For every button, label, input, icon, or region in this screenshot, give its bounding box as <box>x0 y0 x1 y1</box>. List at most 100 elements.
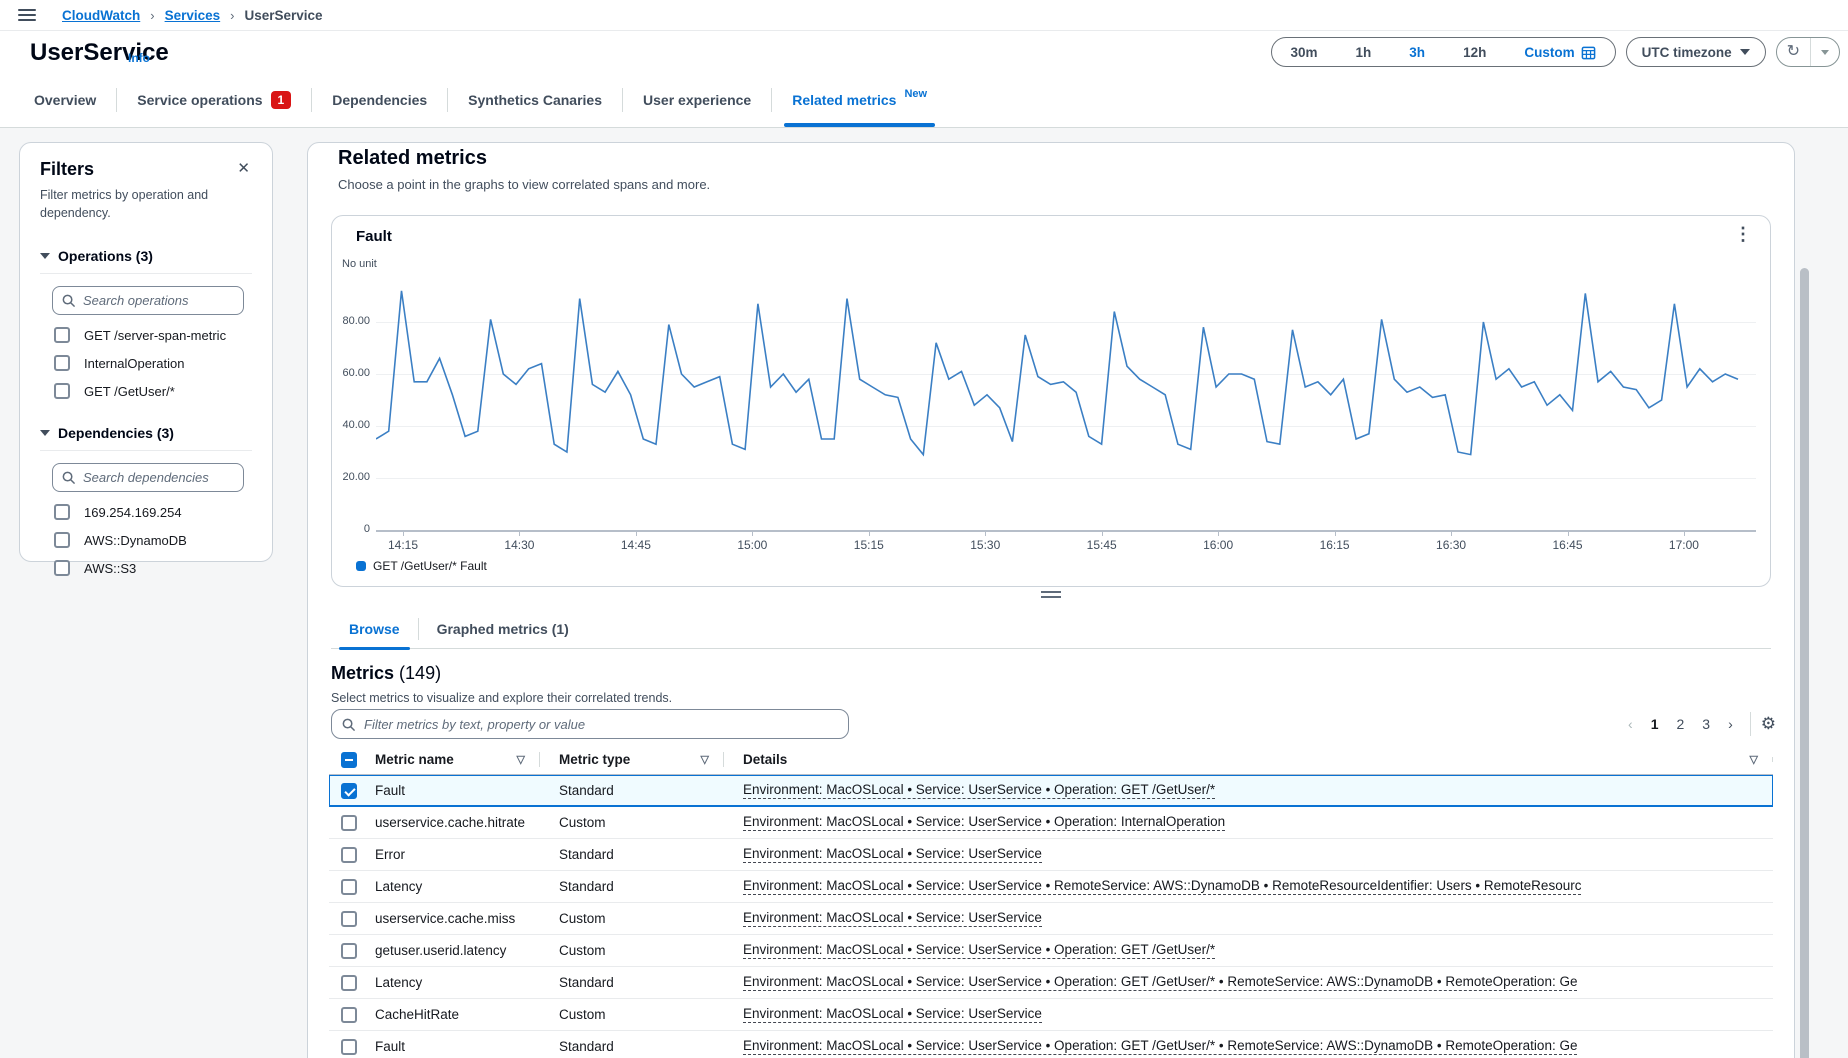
tab-user-experience[interactable]: User experience <box>623 73 771 127</box>
table-header-row: Metric name▽ Metric type▽ Details▽ <box>329 745 1773 775</box>
dependency-checkbox-row[interactable]: AWS::DynamoDB <box>54 532 252 548</box>
details-link[interactable]: Environment: MacOSLocal • Service: UserS… <box>743 878 1581 895</box>
time-range-1h[interactable]: 1h <box>1337 45 1391 60</box>
vertical-scrollbar[interactable] <box>1800 268 1809 1058</box>
dependencies-section: Dependencies (3) 169.254.169.254 AWS::Dy… <box>40 425 252 576</box>
dependency-checkbox-row[interactable]: AWS::S3 <box>54 560 252 576</box>
checkbox[interactable] <box>54 355 70 371</box>
time-range-3h[interactable]: 3h <box>1390 45 1444 60</box>
page-1-button[interactable]: 1 <box>1644 716 1666 732</box>
filter-icon[interactable]: ▽ <box>517 753 525 766</box>
checkbox[interactable] <box>54 504 70 520</box>
operation-checkbox-row[interactable]: GET /server-span-metric <box>54 327 252 343</box>
timezone-selector[interactable]: UTC timezone <box>1626 37 1766 67</box>
details-link[interactable]: Environment: MacOSLocal • Service: UserS… <box>743 814 1225 831</box>
table-row[interactable]: Fault Standard Environment: MacOSLocal •… <box>329 1031 1773 1058</box>
fault-line-chart[interactable] <box>376 270 1756 532</box>
dependencies-search-input[interactable] <box>52 463 244 492</box>
filters-description: Filter metrics by operation and dependen… <box>40 186 220 222</box>
tab-related-metrics[interactable]: Related metrics New <box>772 73 947 127</box>
time-range-12h[interactable]: 12h <box>1444 45 1505 60</box>
operations-section: Operations (3) GET /server-span-metric I… <box>40 248 252 399</box>
x-axis-tick: 16:15 <box>1320 538 1350 552</box>
operations-search-input[interactable] <box>52 286 244 315</box>
page-2-button[interactable]: 2 <box>1669 716 1691 732</box>
search-icon <box>61 470 76 485</box>
refresh-options-button[interactable] <box>1811 38 1839 66</box>
prev-page-button[interactable]: ‹ <box>1621 716 1640 732</box>
x-axis-tick: 15:45 <box>1087 538 1117 552</box>
filter-icon[interactable]: ▽ <box>1750 753 1758 766</box>
time-range-30m[interactable]: 30m <box>1272 45 1337 60</box>
dependency-checkbox-row[interactable]: 169.254.169.254 <box>54 504 252 520</box>
section-subtitle: Choose a point in the graphs to view cor… <box>338 177 710 192</box>
breadcrumb-cloudwatch[interactable]: CloudWatch <box>62 8 140 23</box>
table-row[interactable]: Latency Standard Environment: MacOSLocal… <box>329 967 1773 999</box>
menu-icon[interactable] <box>18 9 36 21</box>
refresh-button[interactable]: ↻ <box>1777 38 1810 66</box>
row-checkbox[interactable] <box>341 911 357 927</box>
checkbox[interactable] <box>54 383 70 399</box>
breadcrumb-services[interactable]: Services <box>165 8 221 23</box>
row-checkbox[interactable] <box>341 1007 357 1023</box>
info-link[interactable]: Info <box>128 51 150 65</box>
details-link[interactable]: Environment: MacOSLocal • Service: UserS… <box>743 974 1577 991</box>
details-link[interactable]: Environment: MacOSLocal • Service: UserS… <box>743 1006 1042 1023</box>
checkbox[interactable] <box>54 560 70 576</box>
metrics-view-tabs: Browse Graphed metrics (1) <box>331 609 1771 649</box>
x-axis-tick: 16:30 <box>1436 538 1466 552</box>
tab-graphed-metrics[interactable]: Graphed metrics (1) <box>419 609 587 648</box>
details-link[interactable]: Environment: MacOSLocal • Service: UserS… <box>743 1038 1577 1055</box>
select-all-checkbox[interactable] <box>341 752 357 768</box>
table-row[interactable]: Latency Standard Environment: MacOSLocal… <box>329 871 1773 903</box>
table-row[interactable]: userservice.cache.hitrate Custom Environ… <box>329 807 1773 839</box>
row-checkbox[interactable] <box>341 847 357 863</box>
time-range-custom[interactable]: Custom <box>1505 45 1614 60</box>
row-checkbox[interactable] <box>341 943 357 959</box>
table-row[interactable]: CacheHitRate Custom Environment: MacOSLo… <box>329 999 1773 1031</box>
checkbox[interactable] <box>54 327 70 343</box>
tab-overview[interactable]: Overview <box>14 73 116 127</box>
chart-title: Fault <box>356 228 392 245</box>
table-row[interactable]: Error Standard Environment: MacOSLocal •… <box>329 839 1773 871</box>
checkbox[interactable] <box>54 532 70 548</box>
operations-section-toggle[interactable]: Operations (3) <box>40 248 252 264</box>
row-checkbox[interactable] <box>341 879 357 895</box>
row-checkbox[interactable] <box>341 783 357 799</box>
resize-handle[interactable] <box>1041 591 1061 598</box>
y-axis-tick: 40.00 <box>332 419 370 431</box>
table-row[interactable]: getuser.userid.latency Custom Environmen… <box>329 935 1773 967</box>
operation-checkbox-row[interactable]: GET /GetUser/* <box>54 383 252 399</box>
details-link[interactable]: Environment: MacOSLocal • Service: UserS… <box>743 910 1042 927</box>
details-link[interactable]: Environment: MacOSLocal • Service: UserS… <box>743 846 1042 863</box>
page-3-button[interactable]: 3 <box>1695 716 1717 732</box>
x-axis-tick: 16:45 <box>1552 538 1582 552</box>
related-metrics-panel: Related metrics Choose a point in the gr… <box>307 142 1795 1058</box>
x-axis-tick: 15:00 <box>737 538 767 552</box>
top-navigation-bar: CloudWatch › Services › UserService <box>0 0 1848 31</box>
breadcrumb-current: UserService <box>245 8 323 23</box>
metrics-filter-input[interactable] <box>331 709 849 739</box>
details-link[interactable]: Environment: MacOSLocal • Service: UserS… <box>743 942 1215 959</box>
tab-service-operations[interactable]: Service operations 1 <box>117 73 311 127</box>
close-icon[interactable]: ✕ <box>235 159 252 178</box>
tab-browse[interactable]: Browse <box>331 609 418 648</box>
tab-synthetics-canaries[interactable]: Synthetics Canaries <box>448 73 622 127</box>
filter-icon[interactable]: ▽ <box>701 753 709 766</box>
next-page-button[interactable]: › <box>1721 716 1740 732</box>
tab-dependencies[interactable]: Dependencies <box>312 73 447 127</box>
gear-icon[interactable]: ⚙ <box>1761 714 1776 734</box>
row-checkbox[interactable] <box>341 975 357 991</box>
row-checkbox[interactable] <box>341 815 357 831</box>
calendar-icon <box>1581 45 1596 60</box>
kebab-menu-icon[interactable]: ⋮ <box>1734 224 1752 245</box>
chevron-down-icon <box>1821 50 1829 55</box>
table-row[interactable]: userservice.cache.miss Custom Environmen… <box>329 903 1773 935</box>
dependencies-section-toggle[interactable]: Dependencies (3) <box>40 425 252 441</box>
filters-panel: Filters ✕ Filter metrics by operation an… <box>19 142 273 562</box>
details-link[interactable]: Environment: MacOSLocal • Service: UserS… <box>743 782 1215 799</box>
table-row[interactable]: Fault Standard Environment: MacOSLocal •… <box>329 775 1773 807</box>
y-axis-tick: 80.00 <box>332 315 370 327</box>
operation-checkbox-row[interactable]: InternalOperation <box>54 355 252 371</box>
row-checkbox[interactable] <box>341 1039 357 1055</box>
